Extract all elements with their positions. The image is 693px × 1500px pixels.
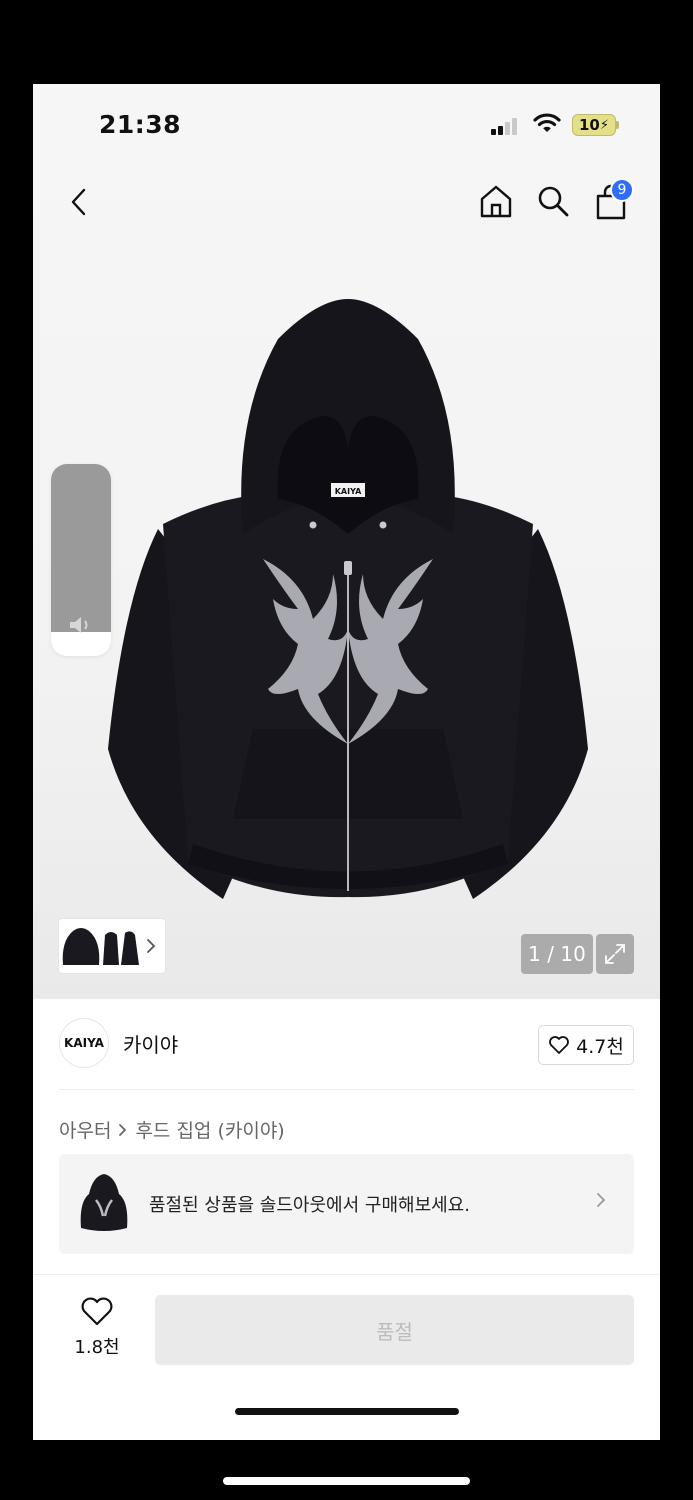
divider: [59, 1089, 634, 1090]
battery-tip: [616, 121, 619, 129]
charging-bolt-icon: ⚡: [599, 117, 609, 133]
chevron-right-icon: [147, 939, 156, 953]
wishlist-button[interactable]: 1.8천: [69, 1297, 125, 1361]
status-time: 21:38: [99, 110, 182, 139]
outer-home-indicator: [223, 1477, 470, 1485]
fullscreen-button[interactable]: [596, 934, 634, 974]
battery-indicator: 10 ⚡: [572, 114, 616, 136]
brand-like-button[interactable]: 4.7천: [538, 1025, 634, 1065]
back-button[interactable]: [59, 182, 99, 222]
search-button[interactable]: [533, 181, 573, 221]
soldout-promo-banner[interactable]: 품절된 상품을 솔드아웃에서 구매해보세요.: [59, 1154, 634, 1254]
expand-icon: [605, 944, 625, 964]
cart-count-badge: 9: [610, 178, 634, 202]
soldout-purchase-button[interactable]: 품절: [155, 1295, 634, 1365]
search-icon: [538, 186, 569, 217]
brand-name[interactable]: 카이야: [123, 1029, 178, 1058]
banner-product-thumbnail: [80, 1174, 128, 1231]
zipper-pull: [344, 561, 352, 575]
right-grommet: [379, 521, 387, 529]
breadcrumb-category[interactable]: 아우터: [59, 1116, 111, 1143]
wifi-icon: [533, 113, 561, 132]
battery-level: 10: [578, 116, 600, 134]
app-screen: 21:38 10 ⚡ 9 KAIYA 1 / 10 KAIYA 카이야 4.7천…: [33, 84, 660, 1440]
chevron-right-icon: [119, 1123, 127, 1136]
chevron-left-icon: [71, 188, 86, 216]
thumbnail-images: [62, 928, 139, 965]
volume-hud: [51, 464, 111, 656]
speaker-icon: [70, 617, 88, 633]
wishlist-count: 1.8천: [74, 1337, 120, 1358]
heart-icon: [549, 1036, 570, 1054]
bottom-action-bar: 1.8천 품절: [33, 1274, 660, 1440]
heart-icon: [81, 1297, 113, 1326]
breadcrumb-subcategory[interactable]: 후드 집업 (카이야): [135, 1116, 284, 1143]
chevron-right-icon: [597, 1193, 606, 1207]
home-indicator[interactable]: [235, 1408, 459, 1415]
brand-like-count: 4.7천: [576, 1035, 624, 1058]
status-bar: 21:38 10 ⚡: [33, 84, 660, 164]
soldout-banner-text: 품절된 상품을 솔드아웃에서 구매해보세요.: [149, 1195, 470, 1216]
left-grommet: [309, 521, 317, 529]
home-button[interactable]: [476, 181, 516, 221]
volume-level-fill: [51, 464, 111, 632]
brand-logo[interactable]: KAIYA: [59, 1018, 109, 1068]
breadcrumb: 아우터 후드 집업 (카이야): [59, 1116, 285, 1143]
image-counter: 1 / 10: [521, 934, 593, 974]
product-photo[interactable]: KAIYA: [103, 299, 593, 909]
cellular-signal-icon: [491, 117, 521, 135]
home-icon: [480, 185, 512, 218]
hood-label-text: KAIYA: [335, 487, 362, 496]
thumbnail-strip-button[interactable]: [58, 918, 166, 974]
product-image-area: 21:38 10 ⚡ 9 KAIYA 1 / 10: [33, 84, 660, 999]
